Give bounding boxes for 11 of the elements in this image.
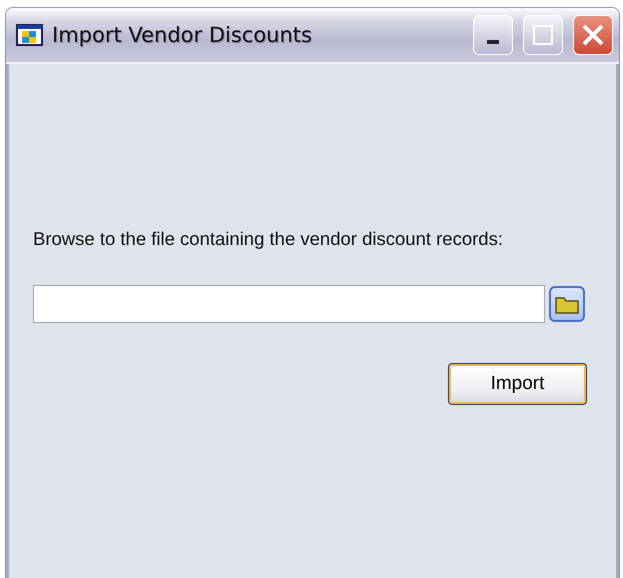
prompt-text: Browse to the file containing the vendor discount records: (33, 228, 504, 250)
minimize-button[interactable] (473, 15, 513, 55)
maximize-icon (532, 24, 554, 46)
close-button[interactable] (573, 15, 613, 55)
import-button[interactable]: Import (448, 363, 587, 405)
minimize-icon (487, 40, 499, 44)
window-title: Import Vendor Discounts (52, 23, 313, 47)
app-icon (16, 23, 44, 47)
file-path-field[interactable] (33, 285, 545, 323)
close-icon (581, 23, 605, 47)
browse-button[interactable] (549, 286, 585, 322)
